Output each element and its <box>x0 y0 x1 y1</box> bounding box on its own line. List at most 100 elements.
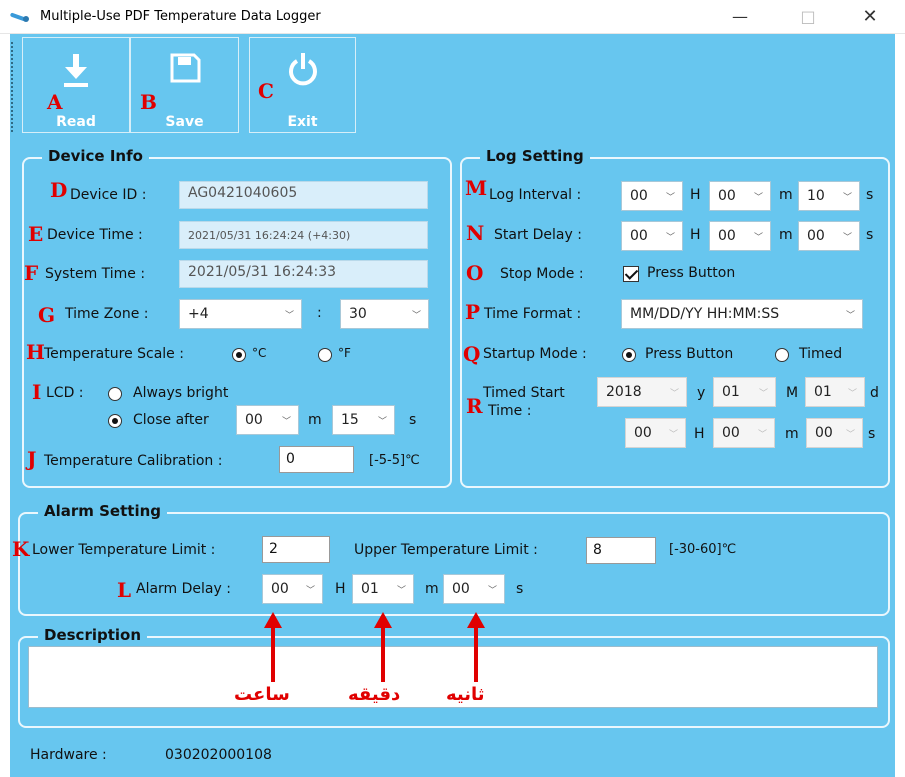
delay-seconds-select[interactable]: 00 ﹀ <box>798 221 860 251</box>
interval-hours-select[interactable]: 00 ﹀ <box>621 181 683 211</box>
chevron-down-icon: ﹀ <box>305 586 315 596</box>
lcd-seconds-select[interactable]: 15 ﹀ <box>332 405 395 435</box>
ts-minute-select[interactable]: 00 ﹀ <box>713 418 775 448</box>
alarm-minutes-select[interactable]: 01 ﹀ <box>352 574 414 604</box>
hardware-value: 030202000108 <box>165 747 272 763</box>
close-after-radio[interactable] <box>108 414 122 428</box>
chevron-down-icon: ﹀ <box>845 311 855 321</box>
chevron-down-icon: ﹀ <box>847 389 857 399</box>
alarm-seconds-select[interactable]: 00 ﹀ <box>443 574 505 604</box>
lower-limit-input[interactable]: 2 <box>262 536 330 563</box>
upper-limit-input[interactable]: 8 <box>586 537 656 564</box>
annotation-minute-text: دقیقه <box>348 684 401 705</box>
floppy-disk-icon <box>170 53 200 83</box>
annotation-letter-K: K <box>12 537 30 561</box>
annotation-letter-R: R <box>466 394 483 418</box>
startup-press-radio[interactable] <box>622 348 636 362</box>
delay-hours-select[interactable]: 00 ﹀ <box>621 221 683 251</box>
tz-minutes-select[interactable]: 30 ﹀ <box>340 299 429 329</box>
interval-seconds-select[interactable]: 10 ﹀ <box>798 181 860 211</box>
alarm-hours-value: 00 <box>271 581 289 597</box>
minimize-button[interactable]: — <box>718 4 762 30</box>
ts-month-value: 01 <box>722 384 740 400</box>
ts-second-select[interactable]: 00 ﹀ <box>806 418 863 448</box>
ts-M-unit: M <box>786 385 799 401</box>
chevron-down-icon: ﹀ <box>377 417 387 427</box>
calibration-label: Temperature Calibration : <box>44 453 223 469</box>
startup-timed-radio[interactable] <box>775 348 789 362</box>
interval-hours-value: 00 <box>630 188 648 204</box>
time-format-label: Time Format : <box>484 306 582 322</box>
lcd-s-unit: s <box>409 412 417 428</box>
delay-minutes-value: 00 <box>718 228 736 244</box>
lcd-minutes-select[interactable]: 00 ﹀ <box>236 405 299 435</box>
annotation-letter-O: O <box>466 261 484 285</box>
log-setting-title: Log Setting <box>480 147 590 165</box>
read-button[interactable]: Read <box>22 37 130 133</box>
ts-second-value: 00 <box>815 425 833 441</box>
celsius-radio[interactable] <box>232 348 246 362</box>
annotation-letter-B: B <box>140 90 157 114</box>
always-bright-label: Always bright <box>133 385 229 401</box>
device-id-label: Device ID : <box>70 187 147 203</box>
delay-hours-value: 00 <box>630 228 648 244</box>
upper-limit-label: Upper Temperature Limit : <box>354 542 538 558</box>
lower-limit-label: Lower Temperature Limit : <box>32 542 216 558</box>
lcd-m-unit: m <box>308 412 322 428</box>
annotation-arrow-hours <box>271 626 275 682</box>
ts-minute-value: 00 <box>722 425 740 441</box>
ts-y-unit: y <box>697 385 706 401</box>
annotation-letter-P: P <box>465 300 481 324</box>
temp-scale-label: Temperature Scale : <box>44 346 184 362</box>
startup-timed-label: Timed <box>799 346 843 362</box>
system-time-field: 2021/05/31 16:24:33 <box>179 260 428 288</box>
startup-press-label: Press Button <box>645 346 734 362</box>
chevron-down-icon: ﹀ <box>753 233 763 243</box>
alarm-hours-select[interactable]: 00 ﹀ <box>262 574 323 604</box>
annotation-letter-M: M <box>465 176 488 200</box>
log-interval-label: Log Interval : <box>489 187 582 203</box>
chevron-down-icon: ﹀ <box>757 430 767 440</box>
calibration-range: [-5-5]℃ <box>369 453 420 468</box>
calibration-input[interactable]: 0 <box>279 446 354 473</box>
description-title: Description <box>38 626 148 644</box>
read-label: Read <box>56 114 96 130</box>
tz-hours-select[interactable]: +4 ﹀ <box>179 299 302 329</box>
stop-mode-checkbox[interactable] <box>623 266 639 282</box>
maximize-button[interactable]: □ <box>786 4 830 30</box>
ts-day-select[interactable]: 01 ﹀ <box>805 377 865 407</box>
ts-year-select[interactable]: 2018 ﹀ <box>597 377 687 407</box>
save-button[interactable]: Save <box>130 37 239 133</box>
chevron-down-icon: ﹀ <box>758 389 768 399</box>
annotation-letter-I: I <box>32 380 42 404</box>
stop-mode-label: Stop Mode : <box>500 266 584 282</box>
alarm-s-unit: s <box>516 581 524 597</box>
interval-m-unit: m <box>779 187 793 203</box>
ts-d-unit: d <box>870 385 879 401</box>
close-after-label: Close after <box>133 412 209 428</box>
annotation-letter-E: E <box>28 222 44 246</box>
download-icon <box>64 54 88 87</box>
ts-hour-select[interactable]: 00 ﹀ <box>625 418 686 448</box>
always-bright-radio[interactable] <box>108 387 122 401</box>
tz-hours-value: +4 <box>188 306 209 322</box>
timed-start-label-2: Time : <box>488 403 532 419</box>
interval-minutes-select[interactable]: 00 ﹀ <box>709 181 771 211</box>
delay-h-unit: H <box>690 227 701 243</box>
chevron-down-icon: ﹀ <box>842 233 852 243</box>
close-button[interactable]: ✕ <box>848 4 892 30</box>
device-id-field: AG0421040605 <box>179 181 428 209</box>
ts-month-select[interactable]: 01 ﹀ <box>713 377 776 407</box>
delay-minutes-select[interactable]: 00 ﹀ <box>709 221 771 251</box>
ts-day-value: 01 <box>814 384 832 400</box>
annotation-arrow-minutes <box>381 626 385 682</box>
tz-separator: : <box>317 305 322 321</box>
toolbar-gripper[interactable] <box>11 42 14 132</box>
fahrenheit-radio[interactable] <box>318 348 332 362</box>
alarm-setting-title: Alarm Setting <box>38 502 167 520</box>
interval-h-unit: H <box>690 187 701 203</box>
interval-seconds-value: 10 <box>807 188 825 204</box>
annotation-letter-Q: Q <box>463 342 481 366</box>
lcd-minutes-value: 00 <box>245 412 263 428</box>
time-format-select[interactable]: MM/DD/YY HH:MM:SS ﹀ <box>621 299 863 329</box>
